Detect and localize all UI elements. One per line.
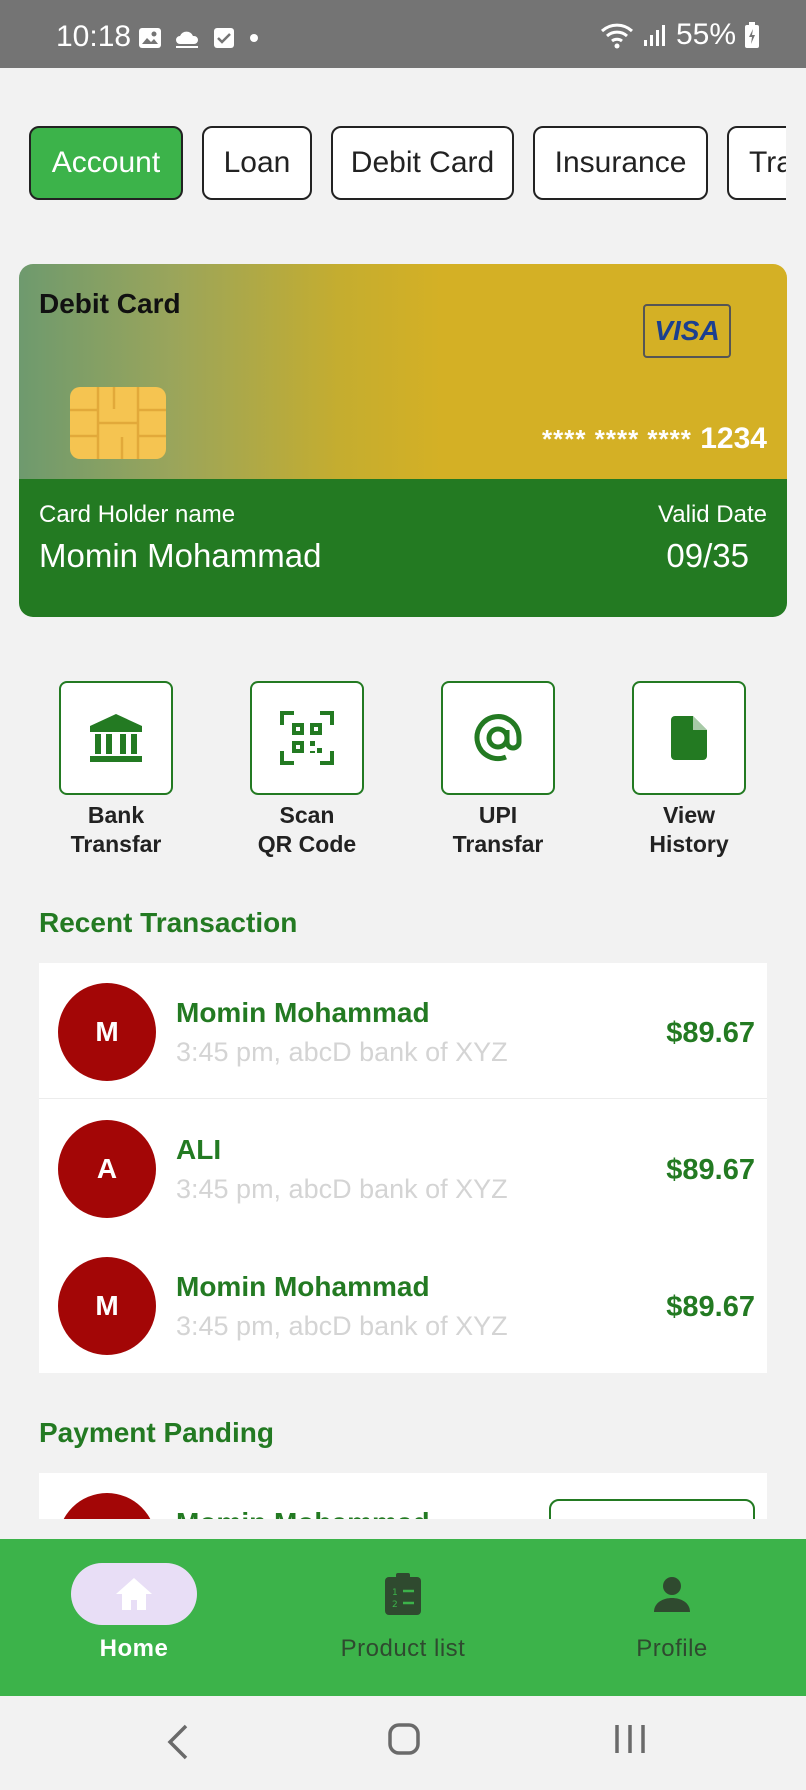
nav-label: Home [99, 1635, 169, 1662]
recent-transaction-list: M Momin Mohammad 3:45 pm, abcD bank of X… [39, 963, 767, 1373]
tab-transfer[interactable]: Tra [727, 126, 786, 200]
pay-button[interactable] [549, 1499, 755, 1519]
transaction-name: Momin Mohammad [176, 997, 430, 1028]
status-bar: 10:18 55% [0, 0, 806, 68]
tab-account[interactable]: Account [29, 126, 183, 200]
transaction-name: ALI [176, 1134, 222, 1165]
pending-name: Momin Mohammad [176, 1507, 430, 1519]
nav-profile[interactable]: Profile [562, 1563, 782, 1663]
category-tabs: Account Loan Debit Card Insurance Tra [0, 126, 786, 206]
tab-insurance[interactable]: Insurance [533, 126, 708, 200]
avatar [58, 1493, 156, 1519]
action-label: UPI Transfar [452, 802, 544, 857]
transaction-row[interactable]: M Momin Mohammad 3:45 pm, abcD bank of X… [39, 1237, 767, 1373]
back-icon[interactable] [166, 1722, 190, 1762]
action-upi-transfer[interactable]: UPI Transfar [423, 681, 573, 859]
action-label: Bank Transfar [70, 802, 162, 857]
view-history-button[interactable] [632, 681, 746, 795]
bottom-navigation: Home 12 Product list Profile [0, 1539, 806, 1696]
nav-home[interactable]: Home [24, 1563, 244, 1663]
transaction-detail: 3:45 pm, abcD bank of XYZ [176, 1037, 508, 1067]
chip-icon [70, 387, 166, 459]
battery-icon [745, 22, 759, 48]
home-icon [116, 1578, 152, 1610]
nav-home-indicator [71, 1563, 197, 1625]
card-title: Debit Card [39, 288, 181, 319]
transaction-amount: $89.67 [666, 1154, 755, 1186]
nav-product-list-pill: 12 [340, 1563, 466, 1625]
transaction-row[interactable]: A ALI 3:45 pm, abcD bank of XYZ $89.67 [39, 1100, 767, 1236]
cloud-icon [176, 31, 198, 48]
debit-card[interactable]: Debit Card VISA **** **** **** 1234 Card… [19, 264, 787, 617]
recent-transaction-title: Recent Transaction [39, 907, 298, 938]
transaction-detail: 3:45 pm, abcD bank of XYZ [176, 1174, 508, 1204]
upi-transfer-button[interactable] [441, 681, 555, 795]
file-icon [671, 716, 707, 760]
checkbox-icon [214, 28, 234, 48]
wifi-icon [600, 23, 633, 49]
payment-pending-title: Payment Panding [39, 1417, 274, 1448]
avatar: A [58, 1120, 156, 1218]
transaction-amount: $89.67 [666, 1291, 755, 1323]
avatar: M [58, 983, 156, 1081]
tab-loan[interactable]: Loan [202, 126, 312, 200]
bank-icon [90, 714, 142, 762]
action-label: View History [649, 802, 729, 857]
transaction-detail: 3:45 pm, abcD bank of XYZ [176, 1311, 508, 1341]
at-icon [474, 714, 522, 762]
transaction-name: Momin Mohammad [176, 1271, 430, 1302]
pending-list: Momin Mohammad [39, 1473, 767, 1519]
clipboard-list-icon: 12 [385, 1573, 421, 1615]
tab-debit-card[interactable]: Debit Card [331, 126, 514, 200]
valid-date-value: 09/35 [666, 537, 749, 574]
person-icon [654, 1577, 690, 1612]
action-bank-transfer[interactable]: Bank Transfar [41, 681, 191, 859]
recent-apps-icon[interactable] [612, 1722, 648, 1756]
divider [39, 1098, 767, 1099]
action-scan-qr[interactable]: Scan QR Code [232, 681, 382, 859]
card-holder-label: Card Holder name [39, 501, 236, 528]
bank-transfer-button[interactable] [59, 681, 173, 795]
visa-logo: VISA [643, 304, 731, 358]
status-right: 55% [600, 18, 760, 52]
battery-percent: 55% [675, 18, 736, 51]
transaction-row[interactable]: M Momin Mohammad 3:45 pm, abcD bank of X… [39, 963, 767, 1099]
card-holder-name: Momin Mohammad [39, 537, 322, 574]
avatar: M [58, 1257, 156, 1355]
status-time: 10:18 [56, 20, 132, 53]
nav-label: Profile [636, 1635, 708, 1662]
card-number-mask: **** **** **** [542, 424, 692, 454]
nav-product-list[interactable]: 12 Product list [293, 1563, 513, 1663]
card-number-last4: 1234 [700, 422, 767, 455]
qr-code-icon [280, 711, 334, 765]
card-details: Card Holder name Momin Mohammad Valid Da… [19, 479, 787, 617]
dot-icon [250, 34, 258, 42]
action-label: Scan QR Code [257, 802, 357, 857]
nav-profile-pill [609, 1563, 735, 1625]
signal-icon [643, 25, 665, 46]
action-view-history[interactable]: View History [614, 681, 764, 859]
system-navigation-bar [0, 1696, 806, 1790]
notification-icons [138, 26, 260, 50]
scan-qr-button[interactable] [250, 681, 364, 795]
nav-label: Product list [340, 1635, 466, 1662]
card-front: Debit Card VISA **** **** **** 1234 [19, 264, 787, 479]
image-icon [139, 28, 161, 48]
transaction-amount: $89.67 [666, 1017, 755, 1049]
card-number: **** **** **** 1234 [542, 422, 767, 456]
home-button-icon[interactable] [387, 1722, 421, 1756]
svg-text:2: 2 [392, 1600, 398, 1610]
svg-text:1: 1 [392, 1588, 398, 1598]
valid-date-label: Valid Date [658, 501, 767, 528]
